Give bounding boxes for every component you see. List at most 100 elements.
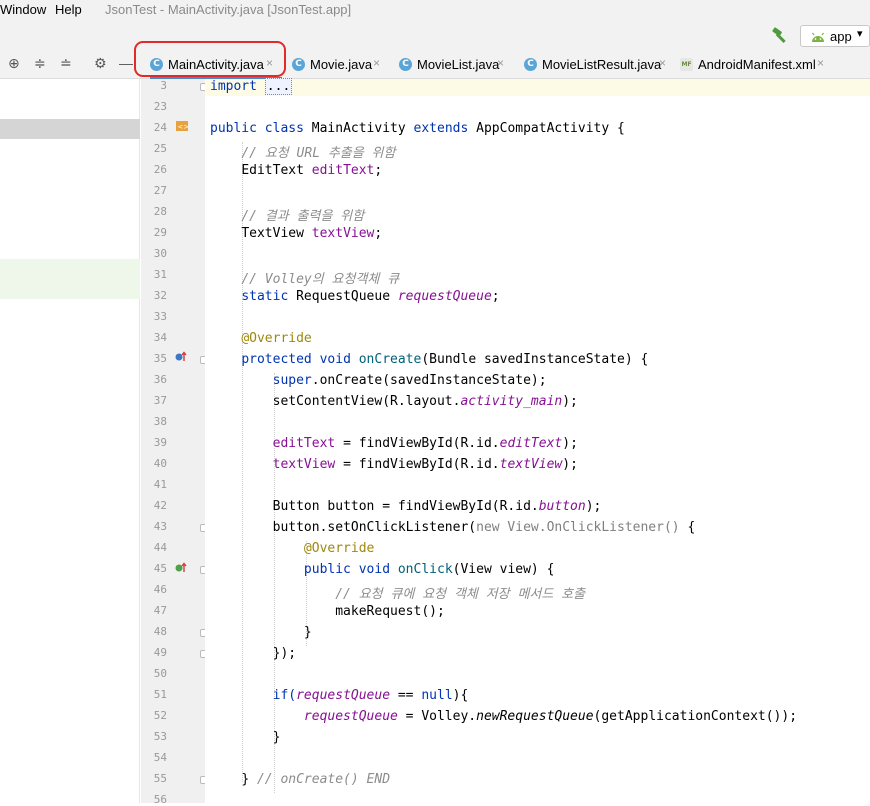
tab-movie-list-result[interactable]: C MovieListResult.java × xyxy=(524,53,670,77)
java-class-icon: C xyxy=(524,58,537,71)
menu-window[interactable]: Window xyxy=(0,2,46,17)
code-line-47: makeRequest(); xyxy=(335,604,445,619)
line-number: 47 xyxy=(153,604,167,617)
line-number: 41 xyxy=(153,478,167,491)
tab-label: MovieList.java xyxy=(417,57,500,72)
run-configuration-selector[interactable]: app ▾ xyxy=(800,25,870,47)
xml-layout-marker-icon[interactable]: <> xyxy=(175,120,189,135)
project-tree-changed-rows[interactable] xyxy=(0,259,140,299)
line-number: 34 xyxy=(153,331,167,344)
tab-label: Movie.java xyxy=(310,57,373,72)
code-line-46: // 요청 큐에 요청 객체 저장 메서드 호출 xyxy=(335,587,586,602)
code-line-51: if(requestQueue == null){ xyxy=(272,688,469,703)
line-number: 56 xyxy=(153,793,167,806)
run-config-label: app xyxy=(830,29,852,44)
code-line-34: @Override xyxy=(241,331,312,346)
line-number: 36 xyxy=(153,373,167,386)
line-number: 51 xyxy=(153,688,167,701)
line-number: 55 xyxy=(153,772,167,785)
manifest-icon: MF xyxy=(680,58,693,71)
code-line-40: textView = findViewById(R.id.textView); xyxy=(272,457,578,472)
code-line-49: }); xyxy=(272,646,297,661)
line-number: 40 xyxy=(153,457,167,470)
editor-gutter[interactable]: 3 23 24 25 26 27 28 29 30 31 32 33 34 35… xyxy=(141,79,208,806)
line-number: 43 xyxy=(153,520,167,533)
code-line-32: static RequestQueue requestQueue; xyxy=(241,289,500,304)
tab-movie[interactable]: C Movie.java × xyxy=(292,53,388,77)
main-toolbar xyxy=(0,20,870,51)
code-line-44: @Override xyxy=(303,541,375,556)
line-number: 48 xyxy=(153,625,167,638)
chevron-down-icon: ▾ xyxy=(857,28,863,40)
line-number: 28 xyxy=(153,205,167,218)
line-number: 32 xyxy=(153,289,167,302)
line-number: 23 xyxy=(153,100,167,113)
code-line-45: public void onClick(View view) { xyxy=(303,562,555,577)
code-editor[interactable]: import ... public class MainActivity ext… xyxy=(205,78,870,803)
expand-all-icon[interactable]: ≑ xyxy=(34,55,46,72)
line-number: 3 xyxy=(160,79,167,92)
hide-pane-icon[interactable]: — xyxy=(119,55,133,71)
gear-icon[interactable]: ⚙ xyxy=(94,55,107,72)
line-number: 42 xyxy=(153,499,167,512)
code-line-42: Button button = findViewById(R.id.button… xyxy=(272,499,602,514)
tab-label: MovieListResult.java xyxy=(542,57,662,72)
code-line-31: // Volley의 요청객체 큐 xyxy=(241,272,400,287)
code-line-55: } // onCreate() END xyxy=(241,772,391,787)
menu-help[interactable]: Help xyxy=(55,2,82,17)
code-line-37: setContentView(R.layout.activity_main); xyxy=(272,394,578,409)
code-line-36: super.onCreate(savedInstanceState); xyxy=(272,373,547,388)
current-line-highlight xyxy=(205,79,870,96)
override-marker-icon[interactable] xyxy=(174,351,188,366)
close-icon[interactable]: × xyxy=(817,56,824,70)
folded-imports[interactable]: ... xyxy=(264,78,293,95)
code-line-43: button.setOnClickListener(new View.OnCli… xyxy=(272,520,696,535)
implement-marker-icon[interactable] xyxy=(174,562,188,577)
line-number: 27 xyxy=(153,184,167,197)
code-line-29: TextView textView; xyxy=(241,226,383,241)
project-tree-selected-row[interactable] xyxy=(0,119,140,139)
svg-text:<>: <> xyxy=(178,123,190,131)
tab-android-manifest[interactable]: MF AndroidManifest.xml × xyxy=(680,53,830,77)
line-number: 53 xyxy=(153,730,167,743)
line-number: 24 xyxy=(153,121,167,134)
code-line-53: } xyxy=(272,730,281,745)
line-number: 26 xyxy=(153,163,167,176)
line-number: 52 xyxy=(153,709,167,722)
close-icon[interactable]: × xyxy=(659,56,666,70)
code-line-52: requestQueue = Volley.newRequestQueue(ge… xyxy=(303,709,798,724)
line-number: 25 xyxy=(153,142,167,155)
code-line-3: import ... xyxy=(210,78,293,95)
java-class-icon: C xyxy=(292,58,305,71)
window-title: JsonTest - MainActivity.java [JsonTest.a… xyxy=(105,2,352,17)
line-number: 38 xyxy=(153,415,167,428)
line-number: 31 xyxy=(153,268,167,281)
line-number: 37 xyxy=(153,394,167,407)
close-icon[interactable]: × xyxy=(497,56,504,70)
locate-icon[interactable]: ⊕ xyxy=(8,55,20,72)
line-number: 30 xyxy=(153,247,167,260)
tab-label: AndroidManifest.xml xyxy=(698,57,816,72)
code-line-26: EditText editText; xyxy=(241,163,383,178)
line-number: 44 xyxy=(153,541,167,554)
code-line-25: // 요청 URL 추출을 위함 xyxy=(241,146,396,161)
close-icon[interactable]: × xyxy=(373,56,380,70)
code-line-48: } xyxy=(303,625,312,640)
java-class-icon: C xyxy=(399,58,412,71)
line-number: 29 xyxy=(153,226,167,239)
line-number: 49 xyxy=(153,646,167,659)
hammer-icon[interactable] xyxy=(770,26,790,46)
line-number: 50 xyxy=(153,667,167,680)
line-number: 45 xyxy=(153,562,167,575)
line-number: 33 xyxy=(153,310,167,323)
code-line-28: // 결과 출력을 위함 xyxy=(241,209,365,224)
code-line-39: editText = findViewById(R.id.editText); xyxy=(272,436,578,451)
menu-bar: Window Help JsonTest - MainActivity.java… xyxy=(0,0,870,20)
line-number: 46 xyxy=(153,583,167,596)
line-number: 54 xyxy=(153,751,167,764)
tab-movie-list[interactable]: C MovieList.java × xyxy=(399,53,511,77)
line-number: 39 xyxy=(153,436,167,449)
collapse-all-icon[interactable]: ≐ xyxy=(60,55,72,72)
project-pane[interactable] xyxy=(0,79,140,803)
code-line-35: protected void onCreate(Bundle savedInst… xyxy=(241,352,649,367)
